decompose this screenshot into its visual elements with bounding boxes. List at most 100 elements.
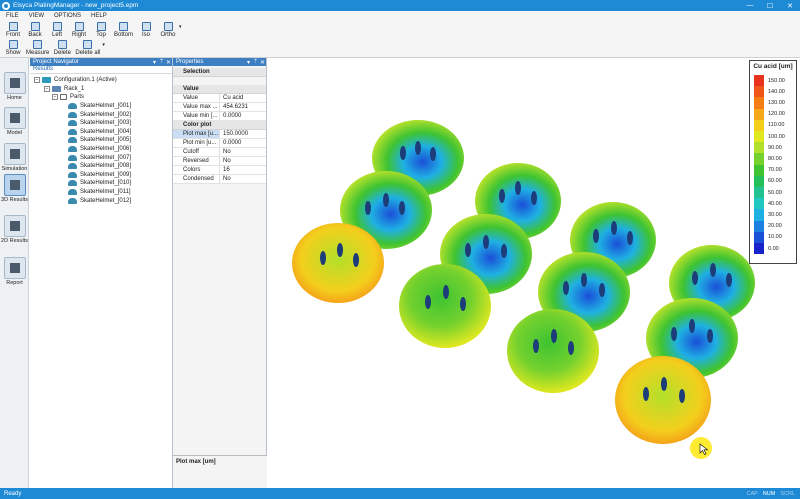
legend-entry: 140.00 bbox=[754, 86, 794, 98]
sidebar-item-simulation[interactable]: Simulation bbox=[1, 143, 28, 172]
panel-menu-icon[interactable]: ▾ bbox=[151, 59, 158, 66]
tree-node-part[interactable]: SkateHelmet_[003] bbox=[30, 119, 172, 128]
tree-node-part[interactable]: SkateHelmet_[002] bbox=[30, 110, 172, 119]
section-color-plot[interactable]: Color plot bbox=[173, 121, 266, 130]
title-bar: Elsyca PlatingManager - new_project5.epm… bbox=[0, 0, 800, 11]
tree-node-part[interactable]: SkateHelmet_[004] bbox=[30, 128, 172, 137]
legend-value: 90.00 bbox=[768, 144, 782, 151]
helmet-model[interactable] bbox=[399, 264, 491, 348]
sidebar-item-report[interactable]: Report bbox=[1, 257, 28, 286]
sidebar-item-2d-results[interactable]: 2D Results bbox=[1, 215, 28, 244]
pin-icon[interactable]: ᛘ bbox=[158, 59, 165, 65]
legend-value: 70.00 bbox=[768, 167, 782, 174]
delete-all-button[interactable]: Delete all bbox=[75, 40, 100, 56]
tree-node-configuration[interactable]: − Configuration.1 (Active) bbox=[30, 76, 172, 85]
menu-options[interactable]: OPTIONS bbox=[54, 13, 81, 19]
view-bottom-button[interactable]: Bottom bbox=[114, 22, 133, 38]
legend-value: 60.00 bbox=[768, 178, 782, 185]
panel-close-icon[interactable]: ✕ bbox=[259, 59, 266, 66]
helmet-render[interactable] bbox=[268, 58, 800, 488]
prop-row-plot-min[interactable]: Plot min [u... 0.0000 bbox=[173, 139, 266, 148]
tree-node-part[interactable]: SkateHelmet_[011] bbox=[30, 188, 172, 197]
cube-left-icon bbox=[52, 22, 62, 31]
tree-node-part[interactable]: SkateHelmet_[012] bbox=[30, 196, 172, 205]
legend-entry: 40.00 bbox=[754, 198, 794, 210]
section-selection[interactable]: Selection bbox=[173, 68, 266, 77]
num-lock-indicator: NUM bbox=[762, 490, 776, 497]
measure-button[interactable]: Measure bbox=[26, 40, 49, 56]
measure-icon bbox=[33, 40, 43, 49]
legend-entry: 150.00 bbox=[754, 75, 794, 87]
maximize-button[interactable]: ☐ bbox=[760, 2, 780, 10]
bar-chart-icon bbox=[3, 215, 26, 237]
menu-file[interactable]: FILE bbox=[6, 13, 19, 19]
helmet-part-icon bbox=[68, 180, 77, 187]
prop-row-reversed[interactable]: Reversed No bbox=[173, 157, 266, 166]
pin-icon[interactable]: ᛘ bbox=[252, 59, 259, 65]
view-ortho-button[interactable]: Ortho bbox=[159, 22, 177, 38]
calculator-icon bbox=[3, 143, 26, 165]
section-value[interactable]: Value bbox=[173, 85, 266, 94]
sidebar-item-model[interactable]: Model bbox=[1, 107, 28, 136]
helmet-model[interactable] bbox=[292, 223, 384, 303]
view-iso-button[interactable]: Iso bbox=[137, 22, 155, 38]
legend-value: 20.00 bbox=[768, 223, 782, 230]
legend-value: 150.00 bbox=[768, 77, 785, 84]
view-right-button[interactable]: Right bbox=[70, 22, 88, 38]
sidebar-item-3d-results[interactable]: 3D Results bbox=[1, 174, 28, 203]
prop-row-colors[interactable]: Colors 16 bbox=[173, 166, 266, 175]
helmet-model[interactable] bbox=[507, 309, 599, 393]
view-front-button[interactable]: Front bbox=[4, 22, 22, 38]
delete-all-icon bbox=[83, 40, 93, 49]
tab-results[interactable]: Results bbox=[30, 66, 172, 74]
properties-header: Properties ▾ ᛘ ✕ bbox=[173, 58, 266, 66]
prop-row-value-min[interactable]: Value min [... 0.0000 bbox=[173, 112, 266, 121]
menu-help[interactable]: HELP bbox=[91, 13, 107, 19]
rack-icon bbox=[52, 85, 61, 92]
tree-node-part[interactable]: SkateHelmet_[007] bbox=[30, 153, 172, 162]
collapse-icon[interactable]: − bbox=[44, 85, 50, 92]
prop-row-cutoff[interactable]: Cutoff No bbox=[173, 148, 266, 157]
tree-node-part[interactable]: SkateHelmet_[001] bbox=[30, 102, 172, 111]
menu-view[interactable]: VIEW bbox=[29, 13, 44, 19]
view-left-button[interactable]: Left bbox=[48, 22, 66, 38]
tree-node-part[interactable]: SkateHelmet_[010] bbox=[30, 179, 172, 188]
helmet-model[interactable] bbox=[615, 356, 711, 444]
legend-swatch bbox=[754, 119, 764, 131]
collapse-icon[interactable]: − bbox=[52, 94, 58, 101]
legend-value: 40.00 bbox=[768, 200, 782, 207]
helmet-part-icon bbox=[68, 154, 77, 161]
delete-button[interactable]: Delete bbox=[53, 40, 71, 56]
prop-row-value[interactable]: Value Cu acid bbox=[173, 94, 266, 103]
ortho-dropdown-caret[interactable]: ▾ bbox=[179, 24, 182, 30]
tree-node-rack[interactable]: − Rack_1 bbox=[30, 85, 172, 94]
tree-node-part[interactable]: SkateHelmet_[006] bbox=[30, 145, 172, 154]
sidebar-item-home[interactable]: Home bbox=[1, 72, 28, 101]
helmet-part-icon bbox=[68, 120, 77, 127]
tree-node-part[interactable]: SkateHelmet_[005] bbox=[30, 136, 172, 145]
prop-row-value-max[interactable]: Value max ... 454.6231 bbox=[173, 103, 266, 112]
project-tree: − Configuration.1 (Active) − Rack_1 − Pa… bbox=[30, 74, 172, 205]
window-title: Elsyca PlatingManager - new_project5.epm bbox=[13, 2, 139, 9]
tree-node-parts[interactable]: − Parts bbox=[30, 93, 172, 102]
properties-panel: Properties ▾ ᛘ ✕ Selection Value Value Cu… bbox=[173, 58, 267, 488]
delete-all-dropdown-caret[interactable]: ▾ bbox=[102, 42, 105, 48]
legend-swatch bbox=[754, 198, 764, 210]
prop-row-plot-max[interactable]: Plot max [u... 150.0000 bbox=[173, 130, 266, 139]
view-top-button[interactable]: Top bbox=[92, 22, 110, 38]
tree-node-part[interactable]: SkateHelmet_[008] bbox=[30, 162, 172, 171]
show-icon bbox=[8, 40, 18, 49]
3d-viewport[interactable]: Cu acid [um] 150.00 140.00 130.00 120.00 110… bbox=[268, 58, 800, 488]
show-button[interactable]: Show bbox=[4, 40, 22, 56]
helmet-part-icon bbox=[68, 137, 77, 144]
status-bar: Ready CAP NUM SCRL bbox=[0, 488, 800, 499]
panel-close-icon[interactable]: ✕ bbox=[165, 59, 172, 66]
close-button[interactable]: ✕ bbox=[780, 2, 800, 10]
view-back-button[interactable]: Back bbox=[26, 22, 44, 38]
collapse-icon[interactable]: − bbox=[34, 77, 40, 84]
prop-row-condensed[interactable]: Condensed No bbox=[173, 175, 266, 184]
minimize-button[interactable]: — bbox=[740, 2, 760, 9]
tree-node-part[interactable]: SkateHelmet_[009] bbox=[30, 171, 172, 180]
panel-menu-icon[interactable]: ▾ bbox=[245, 59, 252, 66]
caps-lock-indicator: CAP bbox=[746, 490, 758, 497]
